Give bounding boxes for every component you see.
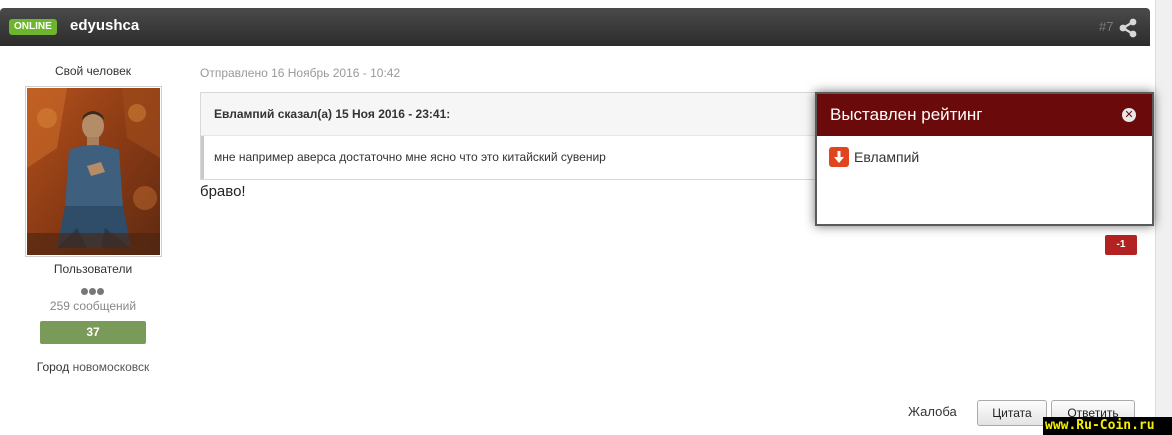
complain-link[interactable]: Жалоба: [908, 404, 957, 419]
post-count: 259 сообщений: [49, 299, 137, 313]
city-label: Город: [36, 360, 70, 374]
rank-pips: [81, 282, 105, 300]
post-rating-badge[interactable]: -1: [1105, 235, 1137, 255]
quote-text: мне например аверса достаточно мне ясно …: [214, 150, 606, 164]
post-number-link[interactable]: #7: [1099, 19, 1113, 34]
user-group: Пользователи: [53, 262, 133, 276]
author-title: Свой человек: [54, 64, 132, 78]
avatar[interactable]: [25, 86, 162, 257]
post-date: Отправлено 16 Ноябрь 2016 - 10:42: [200, 66, 401, 80]
share-icon[interactable]: [1118, 18, 1138, 38]
quote-button[interactable]: Цитата: [977, 400, 1047, 426]
reputation-score: 37: [40, 321, 146, 344]
online-badge: ONLINE: [9, 19, 57, 35]
author-info: Свой человек Пользователи 259 сообщений …: [0, 46, 186, 435]
rater-name[interactable]: Евлампий: [854, 149, 919, 165]
author-city: Город новомосковск: [0, 360, 186, 374]
post-header: ONLINE edyushca #7: [0, 8, 1150, 46]
post-body: браво!: [200, 183, 246, 200]
rating-popup: Выставлен рейтинг ✕ Евлампий: [815, 92, 1154, 226]
quote-block: Евлампий сказал(а) 15 Ноя 2016 - 23:41: …: [200, 92, 842, 180]
page-scrollbar[interactable]: [1155, 0, 1172, 435]
quote-header: Евлампий сказал(а) 15 Ноя 2016 - 23:41:: [201, 93, 841, 136]
popup-rater[interactable]: Евлампий: [829, 147, 919, 167]
popup-title: Выставлен рейтинг: [817, 94, 1152, 136]
username-link[interactable]: edyushca: [70, 17, 139, 34]
city-value: новомосковск: [72, 360, 150, 374]
arrow-down-icon: [829, 147, 849, 167]
popup-title-text: Выставлен рейтинг: [830, 105, 983, 124]
close-icon[interactable]: ✕: [1122, 108, 1136, 122]
site-watermark: www.Ru-Coin.ru: [1043, 417, 1172, 435]
